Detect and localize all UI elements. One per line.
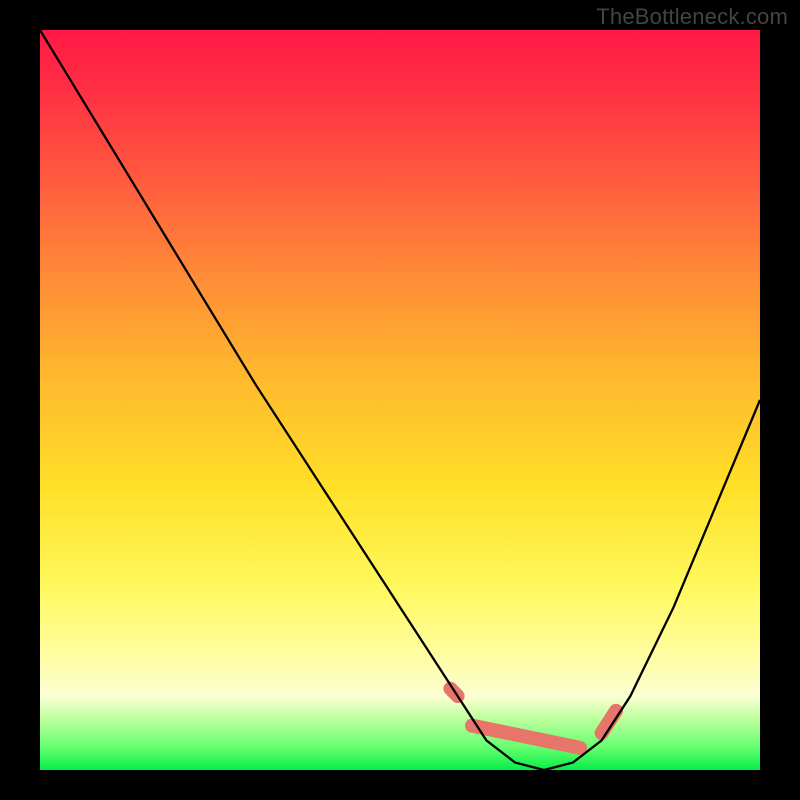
highlight-markers: [450, 689, 616, 748]
chart-svg: [40, 30, 760, 770]
highlight-segment: [472, 726, 580, 748]
curve-path: [40, 30, 760, 770]
chart-frame: TheBottleneck.com: [0, 0, 800, 800]
plot-area: [40, 30, 760, 770]
watermark-text: TheBottleneck.com: [596, 4, 788, 30]
